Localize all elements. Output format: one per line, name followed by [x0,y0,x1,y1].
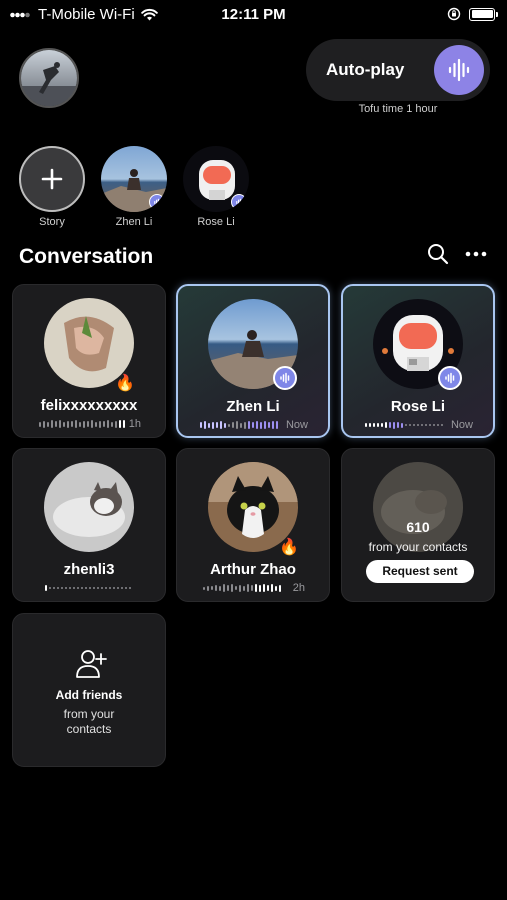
fire-icon: 🔥 [279,539,299,556]
voice-waveform [45,583,131,593]
story-avatar[interactable] [101,146,167,212]
card-timestamp: 2h [292,582,305,594]
section-title: Conversation [19,245,154,268]
story-label: Story [39,216,65,228]
card-timestamp: 1h [128,418,141,430]
contacts-subtitle: from your contacts [368,540,468,554]
add-user-icon [76,650,107,678]
add-friends-card[interactable]: Add friends from your contacts [12,613,166,767]
search-icon[interactable] [427,243,449,265]
add-friends-title: Add friends [55,688,123,702]
card-timestamp: Now [450,419,473,431]
card-name: Rose Li [390,398,446,415]
tofu-time-note: Tofu time 1 hour [358,103,438,115]
plus-icon [41,168,63,190]
story-label: Zhen Li [115,216,153,228]
card-name: zhenli3 [63,561,115,578]
story-rose-li[interactable]: Rose Li [176,146,256,228]
status-bar: T-Mobile Wi-Fi 12:11 PM [0,0,507,30]
voice-wave-icon [448,58,470,82]
contacts-avatar [373,462,463,552]
clock: 12:11 PM [221,6,286,23]
orientation-lock-icon [447,7,461,21]
voice-badge-icon [231,194,247,210]
conversation-card[interactable]: 🔥 Arthur Zhao 2h [176,448,330,602]
add-friends-subtitle-line1: from your [63,707,115,721]
autoplay-toggle[interactable]: Auto-play [306,39,490,101]
battery-icon [469,7,498,21]
voice-waveform [200,420,278,430]
conversation-card[interactable]: 🔥 felixxxxxxxxx 1h [12,284,166,438]
add-friends-subtitle: from your contacts [13,707,165,737]
story-avatar[interactable] [183,146,249,212]
request-sent-button[interactable]: Request sent [366,560,474,583]
story-label: Rose Li [197,216,235,228]
story-add[interactable]: Story [12,146,92,228]
add-story-button[interactable] [19,146,85,212]
autoplay-button[interactable] [434,45,484,95]
card-avatar [44,462,134,552]
conversation-card[interactable]: Rose Li Now [341,284,495,438]
voice-badge-icon [149,194,165,210]
story-zhen-li[interactable]: Zhen Li [94,146,174,228]
contacts-count: 610 [406,519,430,535]
contacts-card[interactable]: 610 from your contacts Request sent [341,448,495,602]
card-name: Zhen Li [226,398,280,415]
add-friends-subtitle-line2: contacts [66,722,112,736]
card-name: felixxxxxxxxx [40,397,138,414]
autoplay-label: Auto-play [326,60,405,79]
conversation-card[interactable]: Zhen Li Now [176,284,330,438]
fire-icon: 🔥 [115,375,135,392]
voice-waveform [39,419,125,429]
profile-avatar[interactable] [19,48,79,108]
voice-badge-icon [273,366,297,390]
voice-waveform [203,583,281,593]
stories-row: Story Zhen Li Rose Li [0,146,507,236]
voice-badge-icon [438,366,462,390]
voice-waveform [365,420,443,430]
card-timestamp: Now [285,419,308,431]
card-name: Arthur Zhao [210,561,296,578]
more-icon[interactable] [465,251,487,257]
conversation-card[interactable]: zhenli3 [12,448,166,602]
